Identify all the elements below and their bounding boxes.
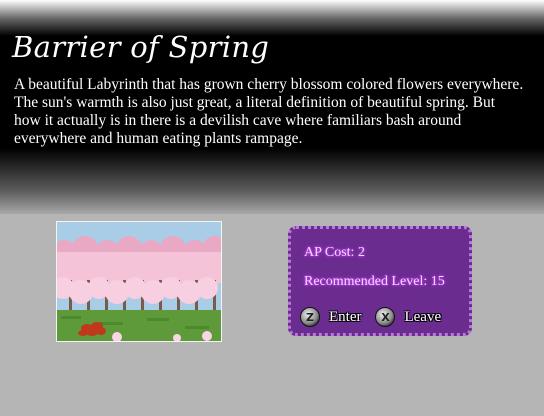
leave-button[interactable]: X Leave bbox=[375, 307, 441, 327]
location-description: A beautiful Labyrinth that has grown che… bbox=[14, 76, 524, 147]
location-preview-image bbox=[56, 221, 222, 342]
enter-button[interactable]: Z Enter bbox=[300, 307, 361, 327]
location-title: Barrier of Spring bbox=[12, 30, 270, 64]
action-buttons: Z Enter X Leave bbox=[300, 307, 455, 327]
leave-label: Leave bbox=[404, 308, 442, 325]
recommended-level-label: Recommended Level: 15 bbox=[304, 274, 445, 289]
enter-label: Enter bbox=[329, 308, 362, 325]
ap-cost-label: AP Cost: 2 bbox=[304, 245, 365, 260]
location-info-panel: AP Cost: 2 Recommended Level: 15 Z Enter… bbox=[288, 226, 472, 336]
header-banner: Barrier of Spring A beautiful Labyrinth … bbox=[0, 0, 544, 214]
x-key-icon: X bbox=[375, 307, 396, 327]
z-key-icon: Z bbox=[300, 307, 320, 327]
